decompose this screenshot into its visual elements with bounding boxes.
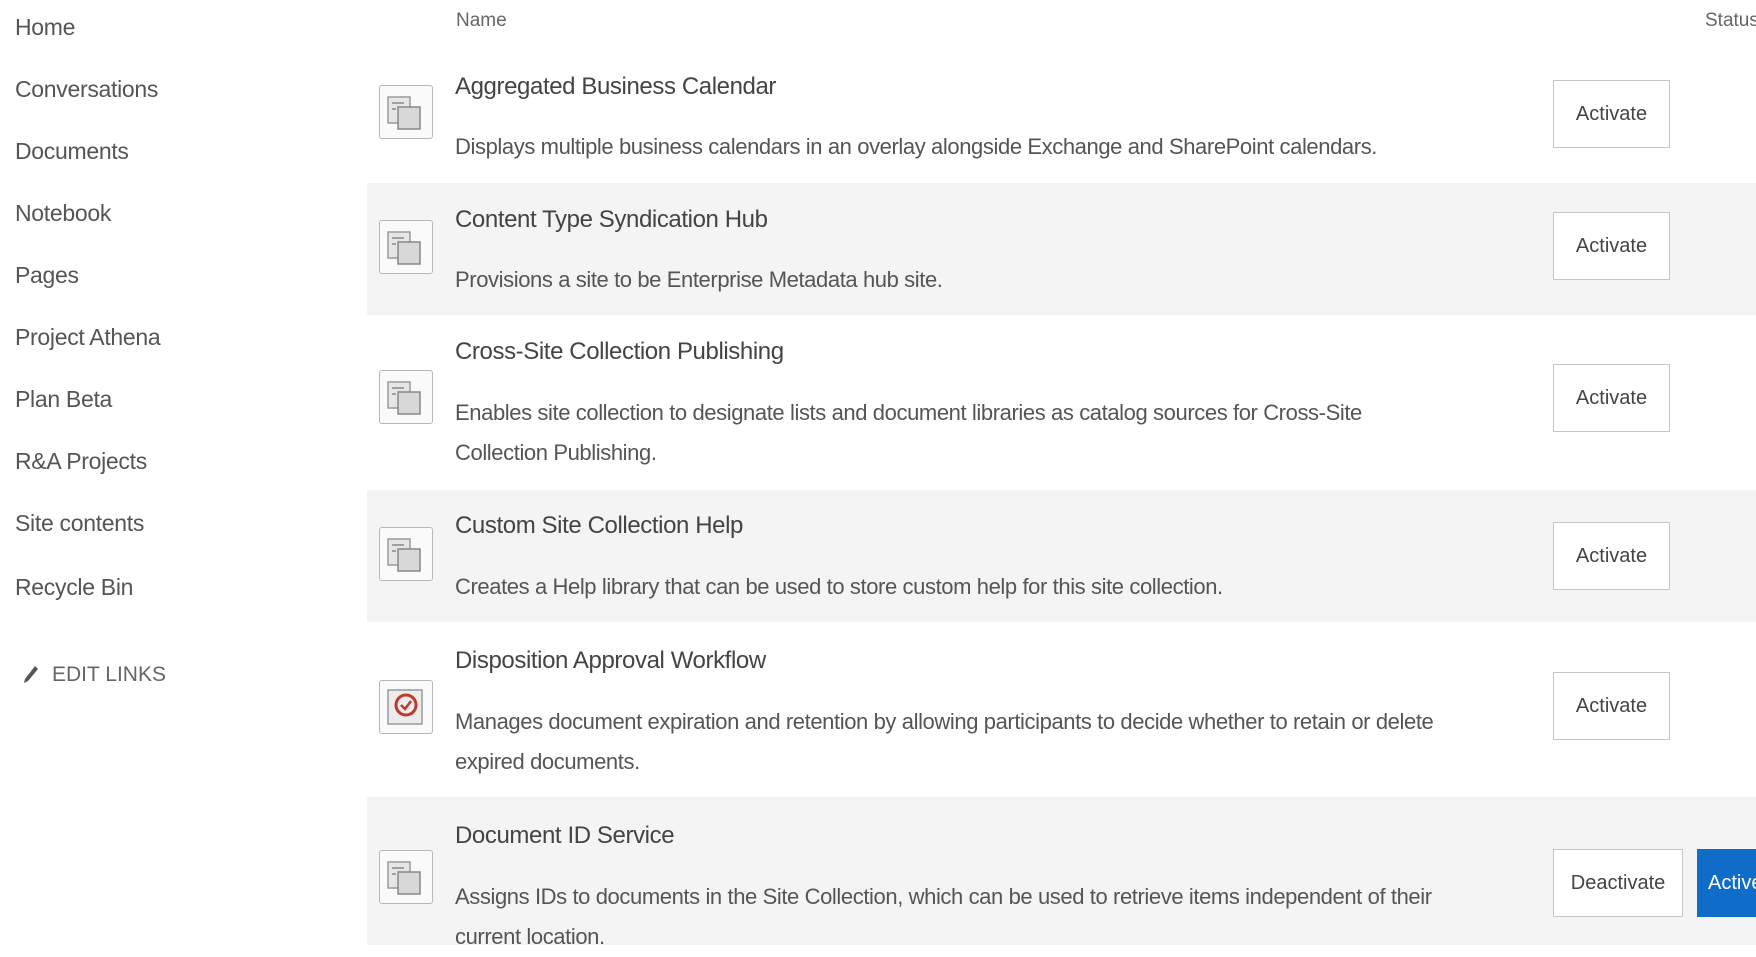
- edit-links-button[interactable]: EDIT LINKS: [22, 663, 166, 687]
- feature-row-disposition-approval-workflow: Disposition Approval Workflow Manages do…: [367, 622, 1756, 797]
- nav-item-plan-beta[interactable]: Plan Beta: [15, 386, 112, 413]
- nav-item-conversations[interactable]: Conversations: [15, 76, 158, 103]
- column-header-name[interactable]: Name: [456, 10, 507, 32]
- feature-description: Enables site collection to designate lis…: [455, 400, 1362, 465]
- workflow-icon: [379, 680, 433, 734]
- feature-row-aggregated-business-calendar: Aggregated Business Calendar Displays mu…: [367, 55, 1756, 183]
- feature-description: Assigns IDs to documents in the Site Col…: [455, 884, 1432, 949]
- feature-icon: [379, 85, 433, 139]
- feature-icon: [379, 370, 433, 424]
- nav-item-pages[interactable]: Pages: [15, 262, 79, 289]
- feature-title: Document ID Service: [455, 822, 675, 849]
- feature-title: Cross-Site Collection Publishing: [455, 338, 784, 365]
- activate-button[interactable]: Activate: [1553, 212, 1670, 280]
- feature-row-document-id-service: Document ID Service Assigns IDs to docum…: [367, 797, 1756, 949]
- status-badge-active: Active: [1697, 849, 1756, 917]
- nav-item-project-athena[interactable]: Project Athena: [15, 324, 161, 351]
- nav-item-home[interactable]: Home: [15, 14, 75, 41]
- feature-icon: [379, 850, 433, 904]
- feature-description: Displays multiple business calendars in …: [455, 134, 1378, 159]
- pencil-icon: [22, 664, 40, 686]
- feature-title: Aggregated Business Calendar: [455, 73, 777, 100]
- feature-icon: [379, 220, 433, 274]
- quick-launch-nav: Home Conversations Documents Notebook Pa…: [0, 0, 330, 945]
- feature-description: Creates a Help library that can be used …: [455, 574, 1223, 599]
- nav-item-recycle-bin[interactable]: Recycle Bin: [15, 574, 133, 601]
- feature-title: Content Type Syndication Hub: [455, 206, 768, 233]
- nav-item-notebook[interactable]: Notebook: [15, 200, 111, 227]
- feature-title: Custom Site Collection Help: [455, 512, 743, 539]
- feature-description: Provisions a site to be Enterprise Metad…: [455, 267, 943, 292]
- feature-icon: [379, 527, 433, 581]
- feature-title: Disposition Approval Workflow: [455, 647, 766, 674]
- column-header-status[interactable]: Status: [1705, 10, 1756, 32]
- nav-item-documents[interactable]: Documents: [15, 138, 129, 165]
- activate-button[interactable]: Activate: [1553, 522, 1670, 590]
- feature-row-cross-site-collection-publishing: Cross-Site Collection Publishing Enables…: [367, 315, 1756, 490]
- activate-button[interactable]: Activate: [1553, 364, 1670, 432]
- nav-item-ra-projects[interactable]: R&A Projects: [15, 448, 147, 475]
- deactivate-button[interactable]: Deactivate: [1553, 849, 1683, 917]
- edit-links-label: EDIT LINKS: [52, 663, 166, 686]
- feature-row-custom-site-collection-help: Custom Site Collection Help Creates a He…: [367, 490, 1756, 622]
- activate-button[interactable]: Activate: [1553, 672, 1670, 740]
- activate-button[interactable]: Activate: [1553, 80, 1670, 148]
- feature-row-content-type-syndication-hub: Content Type Syndication Hub Provisions …: [367, 183, 1756, 315]
- nav-item-site-contents[interactable]: Site contents: [15, 510, 144, 537]
- feature-description: Manages document expiration and retentio…: [455, 709, 1434, 774]
